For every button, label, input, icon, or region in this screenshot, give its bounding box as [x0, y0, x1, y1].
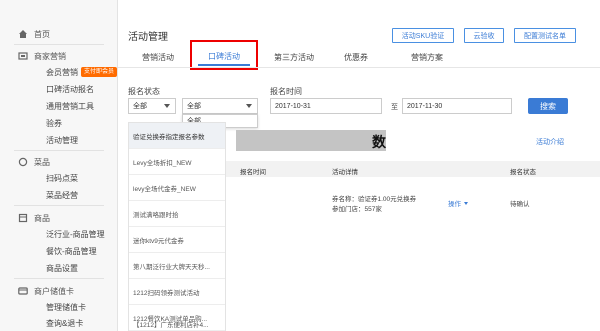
activity-list: 验证兑换券指定报名参数 Levy全场折扣_NEW levy全场代金券_NEW 测…	[128, 122, 226, 331]
sidebar-item-goods-settings[interactable]: 商品设置	[0, 260, 118, 276]
list-item[interactable]: 1212扫码领券测试活动	[129, 279, 225, 305]
sidebar-item-stored-card[interactable]: 商户储值卡	[0, 283, 118, 299]
tab-marketing-plan[interactable]: 营销方案	[402, 48, 452, 66]
sidebar-item-verify-coupon[interactable]: 验券	[0, 115, 118, 131]
signup-status-label: 报名状态	[128, 87, 160, 96]
signup-status-select[interactable]: 全部	[128, 98, 176, 114]
sidebar-item-label: 商家营销	[34, 51, 66, 61]
cloud-acceptance-button[interactable]: 云验收	[464, 28, 504, 43]
sidebar-item-label: 商品	[34, 213, 50, 223]
sidebar-item-query-refund[interactable]: 查询&退卡	[0, 315, 118, 331]
sidebar-item-label: 餐饮-商品管理	[46, 246, 97, 256]
marketing-icon	[18, 51, 28, 61]
date-range-separator: 至	[391, 104, 398, 111]
status-badge: 待确认	[510, 201, 530, 208]
column-signup-time: 报名时间	[240, 169, 266, 176]
page-title: 活动管理	[128, 32, 168, 43]
dish-icon	[18, 157, 28, 167]
list-item[interactable]: levy全场代金券_NEW	[129, 175, 225, 201]
sidebar-item-scan-order[interactable]: 扫码点菜	[0, 170, 118, 186]
list-item[interactable]: 迷你ktv9元代金券	[129, 227, 225, 253]
sidebar-item-label: 活动管理	[46, 135, 78, 145]
sidebar-item-manage-card[interactable]: 管理储值卡	[0, 299, 118, 315]
redacted-title-block	[236, 130, 386, 151]
sidebar-item-label: 通用营销工具	[46, 101, 94, 111]
list-item[interactable]: 验证兑换券指定报名参数	[129, 123, 225, 149]
sidebar-divider	[14, 205, 104, 206]
signup-time-label: 报名时间	[270, 87, 302, 96]
search-button[interactable]: 搜索	[528, 98, 568, 114]
tab-coupons[interactable]: 优惠券	[334, 48, 378, 66]
end-date-input[interactable]: 2017-11-30	[402, 98, 512, 114]
sidebar-item-label: 商户储值卡	[34, 286, 74, 296]
chevron-down-icon	[246, 104, 252, 108]
sidebar-divider	[14, 44, 104, 45]
list-item[interactable]: Levy全场折扣_NEW	[129, 149, 225, 175]
sidebar-item-member-marketing[interactable]: 会员营销 支付即会员	[0, 64, 118, 80]
sidebar-item-label: 菜品经营	[46, 190, 78, 200]
new-badge: 支付即会员	[81, 67, 118, 77]
sidebar-item-label: 扫码点菜	[46, 173, 78, 183]
main-content: 活动管理 活动SKU验证 云验收 配置测试名单 营销活动 口碑活动 第三方活动 …	[118, 0, 600, 331]
activity-title: 数	[372, 134, 386, 150]
column-signup-status: 报名状态	[510, 169, 536, 176]
sidebar-item-label: 口碑活动报名	[46, 84, 94, 94]
sidebar-item-label: 查询&退卡	[46, 318, 84, 328]
sidebar-divider	[14, 150, 104, 151]
activity-type-value: 全部	[187, 103, 201, 110]
list-item[interactable]: 第八期泛行业大牌天天秒...	[129, 253, 225, 279]
sidebar-item-activity-manage[interactable]: 活动管理	[0, 132, 118, 148]
list-item[interactable]: 测试满咯跟时拾	[129, 201, 225, 227]
coupon-name-text: 券名称：验证券1.00元兑换券	[332, 196, 417, 203]
tabs-divider	[118, 67, 600, 68]
sidebar-divider	[14, 278, 104, 279]
chevron-down-icon	[464, 201, 468, 205]
sidebar-item-koubei-signup[interactable]: 口碑活动报名	[0, 81, 118, 97]
sidebar-item-label: 商品设置	[46, 263, 78, 273]
sidebar-item-dishes[interactable]: 菜品	[0, 154, 118, 170]
sidebar-item-home[interactable]: 首页	[0, 26, 118, 42]
sidebar-item-label: 首页	[34, 29, 50, 39]
activity-intro-link[interactable]: 活动介绍	[536, 137, 564, 147]
sidebar-item-label: 管理储值卡	[46, 302, 86, 312]
store-count-text: 参加门店：557家	[332, 206, 382, 213]
sidebar-item-catering-goods[interactable]: 餐饮-商品管理	[0, 243, 118, 259]
column-activity-detail: 活动详情	[332, 169, 358, 176]
chevron-down-icon	[164, 104, 170, 108]
sidebar-item-general-tools[interactable]: 通用营销工具	[0, 98, 118, 114]
home-icon	[18, 29, 28, 39]
sidebar-item-label: 会员营销	[46, 67, 78, 77]
sidebar-item-dish-operation[interactable]: 菜品经营	[0, 187, 118, 203]
tab-third-party-activity[interactable]: 第三方活动	[264, 48, 324, 66]
sidebar: 首页 商家营销 会员营销 支付即会员 口碑活动报名 通用营销工具 验券 活动管理…	[0, 0, 118, 331]
card-icon	[18, 286, 28, 296]
tab-marketing-activity[interactable]: 营销活动	[132, 48, 184, 66]
sidebar-item-goods[interactable]: 商品	[0, 210, 118, 226]
sku-verify-button[interactable]: 活动SKU验证	[392, 28, 454, 43]
signup-status-value: 全部	[133, 103, 147, 110]
sidebar-item-label: 菜品	[34, 157, 50, 167]
sidebar-item-marketing[interactable]: 商家营销	[0, 48, 118, 64]
sidebar-item-label: 验券	[46, 118, 62, 128]
sidebar-item-label: 泛行业-商品管理	[46, 229, 105, 239]
activity-type-select[interactable]: 全部	[182, 98, 258, 114]
list-item[interactable]: 【1212】广东便利店补4...	[129, 316, 225, 331]
start-date-input[interactable]: 2017-10-31	[270, 98, 382, 114]
sidebar-item-general-goods[interactable]: 泛行业-商品管理	[0, 226, 118, 242]
table-header	[226, 161, 600, 177]
operation-dropdown[interactable]: 操作	[448, 198, 468, 208]
tab-highlight-box	[190, 40, 258, 70]
config-test-list-button[interactable]: 配置测试名单	[514, 28, 576, 43]
goods-icon	[18, 213, 28, 223]
operation-label: 操作	[448, 201, 461, 208]
